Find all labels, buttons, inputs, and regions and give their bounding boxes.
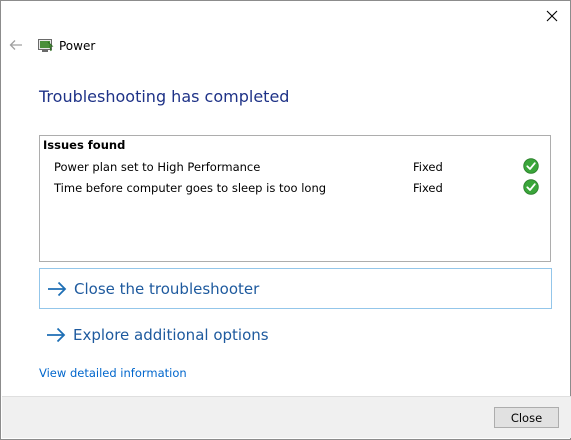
list-item: Power plan set to High Performance Fixed [40, 157, 550, 177]
close-button[interactable]: Close [494, 407, 559, 428]
power-troubleshooter-icon [38, 38, 54, 52]
issues-list: Issues found Power plan set to High Perf… [39, 135, 551, 262]
view-details-link[interactable]: View detailed information [39, 366, 187, 380]
close-icon[interactable] [542, 6, 562, 26]
explore-options-link[interactable]: Explore additional options [39, 314, 552, 355]
right-arrow-icon [46, 327, 66, 343]
issue-status: Fixed [413, 181, 443, 195]
explore-options-label: Explore additional options [73, 325, 269, 344]
issues-header: Issues found [43, 138, 126, 152]
right-arrow-icon [47, 281, 67, 297]
troubleshooter-window: Power Troubleshooting has completed Issu… [0, 0, 571, 440]
check-circle-icon [523, 179, 539, 195]
app-title: Power [59, 39, 96, 53]
issue-description: Time before computer goes to sleep is to… [54, 181, 327, 195]
issue-status: Fixed [413, 160, 443, 174]
check-circle-icon [523, 158, 539, 174]
close-troubleshooter-label: Close the troubleshooter [74, 279, 260, 298]
close-troubleshooter-link[interactable]: Close the troubleshooter [39, 268, 552, 309]
page-title: Troubleshooting has completed [39, 87, 290, 106]
back-arrow-icon[interactable] [7, 37, 25, 53]
footer-bar: Close [2, 396, 571, 438]
list-item: Time before computer goes to sleep is to… [40, 178, 550, 198]
issue-description: Power plan set to High Performance [54, 160, 261, 174]
